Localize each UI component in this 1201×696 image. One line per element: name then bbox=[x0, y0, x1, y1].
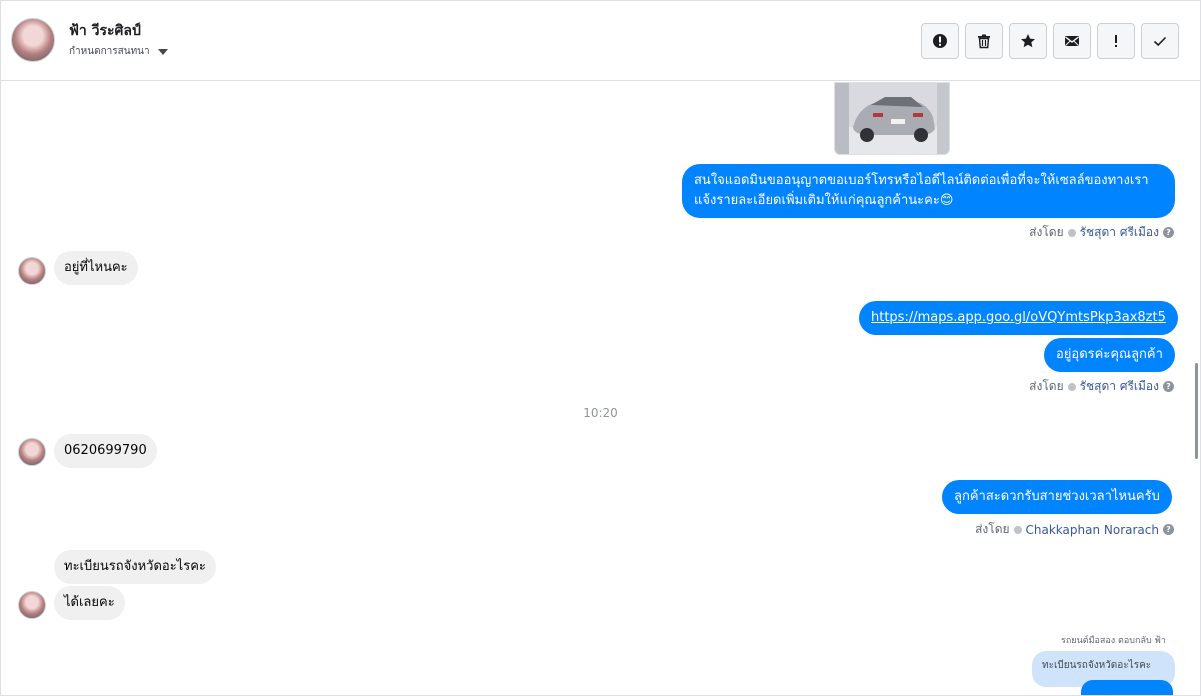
outgoing-message[interactable]: สนใจแอดมินขออนุญาตขอเบอร์โทรหรือไอดีไลน์… bbox=[682, 164, 1175, 218]
agent-dot-icon bbox=[1067, 382, 1076, 391]
incoming-message[interactable]: อยู่ที่ไหนคะ bbox=[54, 251, 138, 285]
agent-name-link[interactable]: Chakkaphan Norarach bbox=[1026, 523, 1159, 537]
incoming-message[interactable]: ได้เลยคะ bbox=[54, 586, 125, 620]
help-icon[interactable]: ? bbox=[1163, 381, 1174, 392]
outgoing-message[interactable]: อยู่อุดรค่ะคุณลูกค้า bbox=[1044, 338, 1175, 372]
follow-up-button[interactable] bbox=[1097, 23, 1135, 59]
sent-by-info: ส่งโดย รัชสุดา ศรีเมือง ? bbox=[1029, 377, 1174, 396]
reply-context-label: รถยนต์มือสอง ตอบกลับ ฟ้า bbox=[1061, 636, 1166, 646]
mark-done-button[interactable] bbox=[1141, 23, 1179, 59]
star-button[interactable] bbox=[1009, 23, 1047, 59]
exclamation-icon bbox=[1115, 35, 1117, 47]
contact-avatar-small[interactable] bbox=[18, 591, 46, 619]
contact-name[interactable]: ฟ้า วีระศิลป์ bbox=[69, 20, 141, 42]
envelope-icon bbox=[1065, 36, 1079, 46]
outgoing-link-message[interactable]: https://maps.app.goo.gl/oVQYmtsPkp3ax8zt… bbox=[859, 301, 1178, 335]
message-timestamp: 10:20 bbox=[583, 406, 618, 420]
alert-circle-icon bbox=[933, 34, 947, 48]
trash-icon bbox=[978, 34, 990, 49]
assign-conversation-dropdown[interactable]: กำหนดการสนทนา bbox=[69, 44, 168, 59]
mark-unread-button[interactable] bbox=[1053, 23, 1091, 59]
car-photo[interactable] bbox=[834, 82, 950, 155]
check-icon bbox=[1153, 36, 1167, 47]
agent-dot-icon bbox=[1067, 228, 1076, 237]
maps-link[interactable]: https://maps.app.goo.gl/oVQYmtsPkp3ax8zt… bbox=[871, 310, 1166, 325]
sent-by-info: ส่งโดย Chakkaphan Norarach ? bbox=[975, 520, 1174, 539]
conversation-toolbar bbox=[921, 23, 1179, 59]
delete-button[interactable] bbox=[965, 23, 1003, 59]
help-icon[interactable]: ? bbox=[1163, 227, 1174, 238]
sent-by-info: ส่งโดย รัชสุดา ศรีเมือง ? bbox=[1029, 223, 1174, 242]
incoming-message[interactable]: ทะเบียนรถจังหวัดอะไรคะ bbox=[54, 550, 216, 584]
sent-by-label: ส่งโดย bbox=[1029, 379, 1064, 393]
car-photo-image bbox=[835, 83, 949, 154]
spam-button[interactable] bbox=[921, 23, 959, 59]
outgoing-reply-message[interactable] bbox=[1081, 680, 1173, 695]
caret-down-icon bbox=[157, 48, 168, 55]
agent-dot-icon bbox=[1013, 525, 1022, 534]
message-thread[interactable]: สนใจแอดมินขออนุญาตขอเบอร์โทรหรือไอดีไลน์… bbox=[1, 82, 1200, 695]
contact-avatar-small[interactable] bbox=[18, 438, 46, 466]
assign-conversation-label: กำหนดการสนทนา bbox=[69, 46, 150, 57]
agent-name-link[interactable]: รัชสุดา ศรีเมือง bbox=[1080, 223, 1159, 242]
help-icon[interactable]: ? bbox=[1163, 524, 1174, 535]
outgoing-message[interactable]: ลูกค้าสะดวกรับสายช่วงเวลาไหนครับ bbox=[942, 480, 1172, 514]
scrollbar-thumb[interactable] bbox=[1195, 363, 1198, 459]
incoming-message[interactable]: 0620699790 bbox=[54, 434, 157, 468]
contact-avatar[interactable] bbox=[11, 18, 55, 62]
conversation-window: ฟ้า วีระศิลป์ กำหนดการสนทนา สนใจแอดมินขอ… bbox=[0, 0, 1201, 696]
conversation-header: ฟ้า วีระศิลป์ กำหนดการสนทนา bbox=[1, 1, 1200, 81]
sent-by-label: ส่งโดย bbox=[975, 522, 1010, 536]
agent-name-link[interactable]: รัชสุดา ศรีเมือง bbox=[1080, 377, 1159, 396]
star-icon bbox=[1021, 34, 1035, 48]
contact-avatar-small[interactable] bbox=[18, 257, 46, 285]
sent-by-label: ส่งโดย bbox=[1029, 225, 1064, 239]
